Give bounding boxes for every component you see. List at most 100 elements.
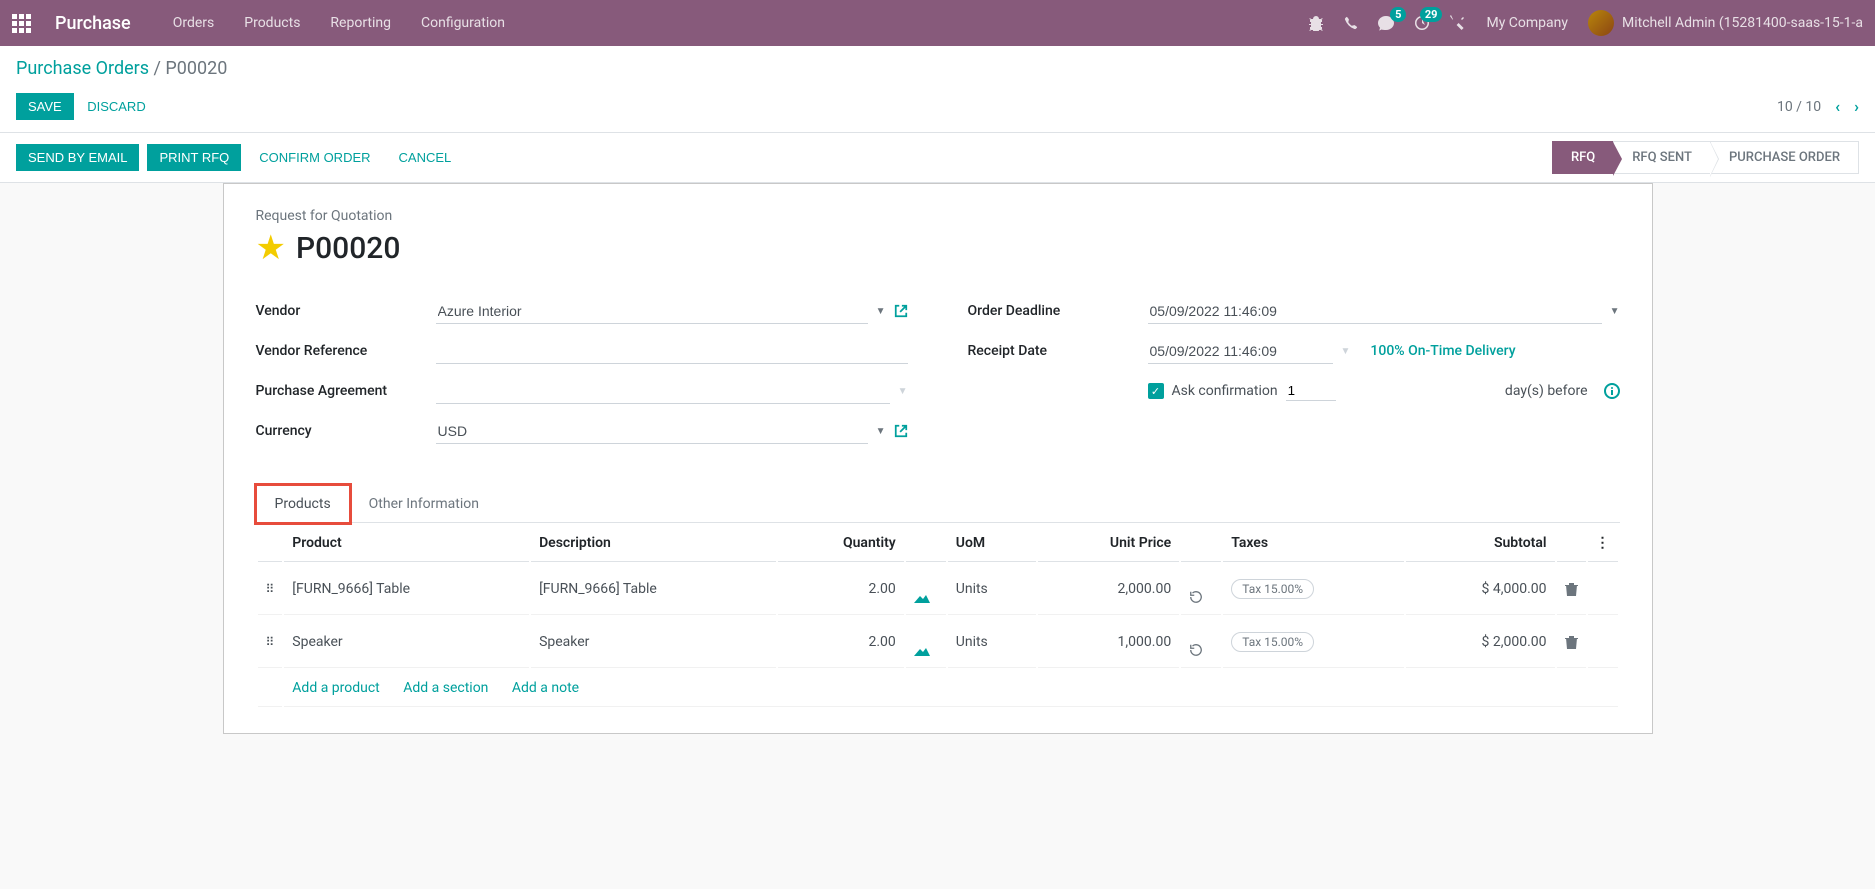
- table-row[interactable]: ⠿SpeakerSpeaker2.00Units1,000.00Tax 15.0…: [258, 617, 1618, 668]
- user-name: Mitchell Admin (15281400-saas-15-1-a: [1622, 15, 1863, 31]
- vendor-ref-input[interactable]: [436, 339, 908, 364]
- activities-icon[interactable]: 29: [1414, 15, 1430, 31]
- save-button[interactable]: SAVE: [16, 93, 74, 120]
- cancel-button[interactable]: CANCEL: [389, 144, 462, 171]
- label-receipt-date: Receipt Date: [968, 343, 1148, 359]
- nav-orders[interactable]: Orders: [173, 15, 215, 31]
- history-icon[interactable]: [1189, 643, 1213, 657]
- external-link-icon[interactable]: [894, 424, 908, 438]
- on-time-delivery[interactable]: 100% On-Time Delivery: [1370, 343, 1515, 359]
- table-row[interactable]: ⠿[FURN_9666] Table[FURN_9666] Table2.00U…: [258, 564, 1618, 615]
- products-table: Product Description Quantity UoM Unit Pr…: [256, 523, 1620, 709]
- discard-button[interactable]: DISCARD: [77, 93, 156, 120]
- messages-icon[interactable]: 5: [1378, 15, 1394, 31]
- cell-quantity[interactable]: 2.00: [778, 617, 904, 668]
- add-note-link[interactable]: Add a note: [512, 680, 579, 696]
- label-purchase-agreement: Purchase Agreement: [256, 383, 436, 399]
- label-vendor-ref: Vendor Reference: [256, 343, 436, 359]
- info-icon[interactable]: [1604, 383, 1620, 399]
- pager: 10 / 10 ‹ ›: [1777, 97, 1859, 116]
- th-subtotal: Subtotal: [1406, 525, 1554, 562]
- cell-quantity[interactable]: 2.00: [778, 564, 904, 615]
- label-ask-confirmation: Ask confirmation: [1172, 383, 1278, 399]
- tax-chip[interactable]: Tax 15.00%: [1231, 579, 1314, 599]
- chevron-down-icon[interactable]: ▼: [898, 386, 908, 397]
- chevron-down-icon[interactable]: ▼: [1610, 306, 1620, 317]
- chevron-down-icon[interactable]: ▼: [876, 426, 886, 437]
- status-purchase-order[interactable]: PURCHASE ORDER: [1710, 141, 1859, 174]
- th-unit-price: Unit Price: [1038, 525, 1180, 562]
- cell-description[interactable]: [FURN_9666] Table: [531, 564, 776, 615]
- statusbar: SEND BY EMAIL PRINT RFQ CONFIRM ORDER CA…: [0, 133, 1875, 183]
- cell-product[interactable]: Speaker: [284, 617, 529, 668]
- phone-icon[interactable]: [1344, 16, 1358, 30]
- send-email-button[interactable]: SEND BY EMAIL: [16, 144, 139, 171]
- app-name[interactable]: Purchase: [55, 13, 131, 34]
- order-deadline-input[interactable]: [1148, 299, 1602, 324]
- control-panel: Purchase Orders / P00020 SAVE DISCARD 10…: [0, 46, 1875, 133]
- chevron-down-icon[interactable]: ▼: [876, 306, 886, 317]
- cell-unit-price[interactable]: 1,000.00: [1038, 617, 1180, 668]
- pager-next[interactable]: ›: [1854, 97, 1859, 116]
- tabs: Products Other Information: [256, 484, 1620, 523]
- status-rfq-sent[interactable]: RFQ SENT: [1613, 141, 1710, 174]
- th-description: Description: [531, 525, 776, 562]
- forecast-icon[interactable]: [914, 644, 938, 656]
- cell-product[interactable]: [FURN_9666] Table: [284, 564, 529, 615]
- tab-other-information[interactable]: Other Information: [350, 485, 498, 523]
- forecast-icon[interactable]: [914, 591, 938, 603]
- cell-description[interactable]: Speaker: [531, 617, 776, 668]
- nav-reporting[interactable]: Reporting: [330, 15, 391, 31]
- trash-icon[interactable]: [1565, 582, 1578, 596]
- apps-icon[interactable]: [12, 14, 31, 33]
- vendor-input[interactable]: [436, 299, 868, 324]
- cell-unit-price[interactable]: 2,000.00: [1038, 564, 1180, 615]
- confirmation-days-input[interactable]: [1286, 381, 1336, 401]
- ask-confirmation-checkbox[interactable]: ✓: [1148, 383, 1164, 399]
- th-quantity: Quantity: [778, 525, 904, 562]
- purchase-agreement-input[interactable]: [436, 379, 890, 404]
- status-rfq[interactable]: RFQ: [1552, 141, 1613, 174]
- label-vendor: Vendor: [256, 303, 436, 319]
- avatar: [1588, 10, 1614, 36]
- star-icon[interactable]: ★: [256, 228, 286, 268]
- nav-configuration[interactable]: Configuration: [421, 15, 505, 31]
- top-navbar: Purchase Orders Products Reporting Confi…: [0, 0, 1875, 46]
- add-section-link[interactable]: Add a section: [403, 680, 488, 696]
- bug-icon[interactable]: [1308, 15, 1324, 31]
- cell-subtotal: $ 4,000.00: [1406, 564, 1554, 615]
- company-selector[interactable]: My Company: [1486, 15, 1568, 31]
- table-options-icon[interactable]: ⋮: [1588, 525, 1618, 562]
- th-product: Product: [284, 525, 529, 562]
- currency-input[interactable]: [436, 419, 868, 444]
- cell-uom[interactable]: Units: [948, 617, 1036, 668]
- confirm-order-button[interactable]: CONFIRM ORDER: [249, 144, 380, 171]
- pager-prev[interactable]: ‹: [1835, 97, 1840, 116]
- tax-chip[interactable]: Tax 15.00%: [1231, 632, 1314, 652]
- tools-icon[interactable]: [1450, 15, 1466, 31]
- history-icon[interactable]: [1189, 590, 1213, 604]
- print-rfq-button[interactable]: PRINT RFQ: [147, 144, 241, 171]
- tab-products[interactable]: Products: [256, 485, 350, 523]
- external-link-icon[interactable]: [894, 304, 908, 318]
- pager-text: 10 / 10: [1777, 99, 1821, 115]
- user-menu[interactable]: Mitchell Admin (15281400-saas-15-1-a: [1588, 10, 1863, 36]
- breadcrumb: Purchase Orders / P00020: [16, 58, 1859, 79]
- nav-products[interactable]: Products: [244, 15, 300, 31]
- receipt-date-input[interactable]: [1148, 339, 1333, 364]
- chevron-down-icon[interactable]: ▼: [1341, 346, 1351, 357]
- messages-badge: 5: [1390, 7, 1406, 22]
- breadcrumb-current: P00020: [165, 58, 227, 79]
- add-product-link[interactable]: Add a product: [292, 680, 379, 696]
- form-sheet: Request for Quotation ★ P00020 Vendor ▼: [223, 183, 1653, 734]
- title-label: Request for Quotation: [256, 208, 1620, 224]
- label-days-before: day(s) before: [1505, 383, 1588, 399]
- label-currency: Currency: [256, 423, 436, 439]
- trash-icon[interactable]: [1565, 635, 1578, 649]
- activities-badge: 29: [1420, 7, 1443, 22]
- breadcrumb-parent[interactable]: Purchase Orders: [16, 58, 149, 79]
- drag-handle-icon[interactable]: ⠿: [258, 617, 283, 668]
- th-uom: UoM: [948, 525, 1036, 562]
- cell-uom[interactable]: Units: [948, 564, 1036, 615]
- drag-handle-icon[interactable]: ⠿: [258, 564, 283, 615]
